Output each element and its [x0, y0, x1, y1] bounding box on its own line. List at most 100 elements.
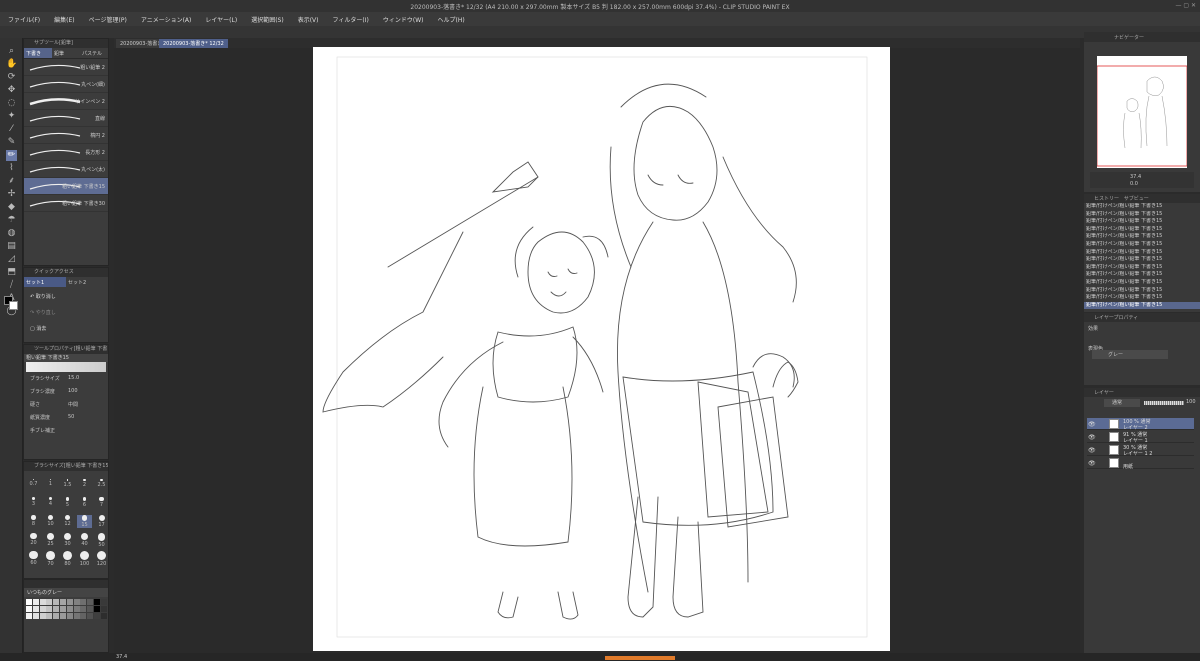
- eyedropper-icon[interactable]: ⁄: [6, 124, 17, 135]
- brush-size-option[interactable]: 50: [94, 533, 109, 548]
- color-swatch[interactable]: [100, 606, 107, 612]
- brush-size-option[interactable]: 6: [77, 497, 92, 508]
- brush-size-option[interactable]: 100: [77, 551, 92, 567]
- ruler-icon[interactable]: ⧸: [6, 280, 17, 291]
- brush-size-option[interactable]: 25: [43, 533, 58, 547]
- brush-size-option[interactable]: 5: [60, 497, 75, 508]
- color-swatch[interactable]: [46, 606, 53, 612]
- eye-icon[interactable]: 👁: [1088, 447, 1096, 454]
- brush-item[interactable]: サインペン 2: [24, 93, 108, 110]
- lasso-icon[interactable]: ◌: [6, 98, 17, 109]
- brush-size-option[interactable]: 17: [94, 515, 109, 528]
- brush-item[interactable]: 粗い鉛筆 下書き30: [24, 195, 108, 212]
- color-set-select[interactable]: いつものグレー: [24, 588, 108, 597]
- menu-item-8[interactable]: ウィンドウ(W): [383, 15, 424, 24]
- layer-row[interactable]: 👁 100 % 通常 レイヤー 2: [1087, 418, 1194, 431]
- menu-item-1[interactable]: 編集(E): [54, 15, 74, 24]
- color-swatch[interactable]: [100, 599, 107, 605]
- brush-size-option[interactable]: 2.5: [94, 479, 109, 488]
- color-swatch[interactable]: [80, 613, 87, 619]
- opacity-slider[interactable]: [1144, 401, 1184, 405]
- color-swatch[interactable]: [39, 613, 46, 619]
- magic-wand-icon[interactable]: ✦: [6, 111, 17, 122]
- history-row[interactable]: 鉛筆/付けペン/粗い鉛筆 下書き15: [1084, 264, 1200, 272]
- figure-icon[interactable]: ◿: [6, 254, 17, 265]
- quick-set-1[interactable]: セット1: [24, 277, 66, 287]
- opacity-value[interactable]: 100: [1186, 399, 1196, 405]
- navigator-angle[interactable]: 0.0: [1130, 181, 1138, 187]
- eye-icon[interactable]: 👁: [1088, 460, 1096, 467]
- menu-item-3[interactable]: アニメーション(A): [141, 15, 192, 24]
- navigator-zoom[interactable]: 37.4: [1130, 174, 1141, 180]
- expression-select[interactable]: グレー: [1092, 350, 1168, 359]
- layer-row[interactable]: 👁 30 % 通常 レイヤー 1 2: [1087, 444, 1194, 457]
- history-row[interactable]: 鉛筆/付けペン/粗い鉛筆 下書き15: [1084, 218, 1200, 226]
- brush-size-option[interactable]: 1.5: [60, 479, 75, 488]
- brush-size-option[interactable]: 0.7: [26, 479, 41, 487]
- menu-item-0[interactable]: ファイル(F): [8, 15, 40, 24]
- gradient-icon[interactable]: ▤: [6, 241, 17, 252]
- brush-item[interactable]: 粗い鉛筆 下書き15: [24, 178, 108, 195]
- eye-icon[interactable]: 👁: [1088, 434, 1096, 441]
- color-swatch[interactable]: [53, 606, 60, 612]
- color-swatch[interactable]: [39, 599, 46, 605]
- brush-size-option[interactable]: 3: [26, 497, 41, 507]
- brush-size-option[interactable]: 4: [43, 497, 58, 507]
- menu-item-6[interactable]: 表示(V): [298, 15, 319, 24]
- move-icon[interactable]: ✥: [6, 85, 17, 96]
- property-row[interactable]: 手ブレ補正: [24, 424, 108, 437]
- property-row[interactable]: 紙質濃度 50: [24, 411, 108, 424]
- color-swatch[interactable]: [39, 606, 46, 612]
- history-row[interactable]: 鉛筆/付けペン/粗い鉛筆 下書き15: [1084, 287, 1200, 295]
- brush-size-option[interactable]: 1: [43, 479, 58, 487]
- brush-size-option[interactable]: 20: [26, 533, 41, 546]
- history-row[interactable]: 鉛筆/付けペン/粗い鉛筆 下書き15: [1084, 211, 1200, 219]
- color-swatch[interactable]: [87, 613, 94, 619]
- color-swatch[interactable]: [60, 599, 66, 605]
- color-swatch[interactable]: [80, 606, 87, 612]
- color-swatch[interactable]: [60, 606, 66, 612]
- color-swatch[interactable]: [32, 613, 39, 619]
- color-swatch[interactable]: [73, 613, 80, 619]
- brush-size-option[interactable]: 12: [60, 515, 75, 527]
- menu-item-9[interactable]: ヘルプ(H): [437, 15, 464, 24]
- subview-tab[interactable]: サブビュー: [1124, 196, 1149, 202]
- color-swatch[interactable]: [46, 613, 53, 619]
- color-swatch[interactable]: [73, 599, 80, 605]
- color-swatch[interactable]: [73, 606, 80, 612]
- rotate-icon[interactable]: ⟳: [6, 72, 17, 83]
- brush-size-option[interactable]: 8: [26, 515, 41, 527]
- window-controls[interactable]: — ▢ ✕: [1175, 2, 1196, 9]
- brush-size-option[interactable]: 30: [60, 533, 75, 547]
- subtool-group-draft[interactable]: 下書き: [24, 48, 52, 58]
- history-row[interactable]: 鉛筆/付けペン/粗い鉛筆 下書き15: [1084, 249, 1200, 257]
- color-swatch[interactable]: [26, 599, 32, 605]
- brush-size-option[interactable]: 70: [43, 551, 58, 567]
- history-row[interactable]: 鉛筆/付けペン/粗い鉛筆 下書き15: [1084, 279, 1200, 287]
- brush-item[interactable]: 丸ペン(太): [24, 161, 108, 178]
- brush-icon[interactable]: ⌇: [6, 163, 17, 174]
- history-row[interactable]: 鉛筆/付けペン/粗い鉛筆 下書き15: [1084, 241, 1200, 249]
- history-row[interactable]: 鉛筆/付けペン/粗い鉛筆 下書き15: [1084, 233, 1200, 241]
- history-row[interactable]: 鉛筆/付けペン/粗い鉛筆 下書き15: [1084, 226, 1200, 234]
- color-swatch[interactable]: [94, 599, 100, 605]
- layer-row[interactable]: 👁 用紙: [1087, 457, 1194, 470]
- status-zoom[interactable]: 37.4: [116, 654, 127, 660]
- history-row[interactable]: 鉛筆/付けペン/粗い鉛筆 下書き15: [1084, 294, 1200, 302]
- color-swatch[interactable]: [32, 606, 39, 612]
- paper[interactable]: [313, 47, 890, 651]
- menu-item-7[interactable]: フィルター(I): [333, 15, 369, 24]
- property-row[interactable]: ブラシサイズ 15.0: [24, 372, 108, 385]
- quick-undo[interactable]: ↶ 取り消し: [24, 287, 108, 300]
- eraser-icon[interactable]: ◆: [6, 202, 17, 213]
- color-swatch[interactable]: [32, 599, 39, 605]
- property-row[interactable]: ブラシ濃度 100: [24, 385, 108, 398]
- hand-icon[interactable]: ✋: [6, 59, 17, 70]
- sub-color-swatch[interactable]: [9, 301, 18, 310]
- brush-size-option[interactable]: 2: [77, 479, 92, 488]
- menu-item-4[interactable]: レイヤー(L): [205, 15, 237, 24]
- menu-item-5[interactable]: 選択範囲(S): [251, 15, 284, 24]
- menu-item-2[interactable]: ページ管理(P): [89, 15, 127, 24]
- brush-item[interactable]: 丸ペン(細): [24, 76, 108, 93]
- history-title[interactable]: ヒストリー: [1094, 196, 1119, 202]
